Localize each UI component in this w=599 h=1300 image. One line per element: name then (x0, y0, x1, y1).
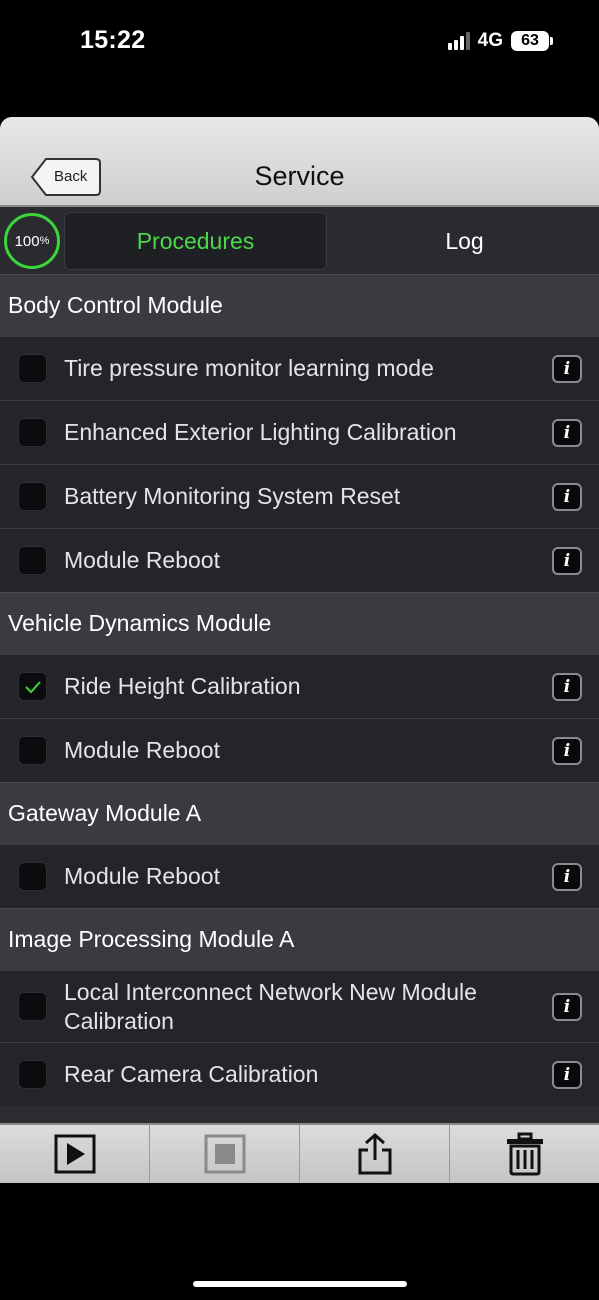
status-indicators: 4G 63 (447, 30, 553, 52)
play-button[interactable] (0, 1125, 150, 1183)
checkbox[interactable] (18, 862, 47, 891)
battery-icon: 63 (511, 31, 553, 51)
trash-icon (506, 1132, 543, 1176)
status-bar: 15:22 4G 63 (0, 0, 599, 82)
checkbox[interactable] (18, 1060, 47, 1089)
bottom-toolbar (0, 1123, 599, 1183)
procedure-label: Module Reboot (64, 863, 220, 889)
home-indicator[interactable] (193, 1281, 407, 1287)
info-button[interactable]: i (552, 992, 582, 1021)
info-button[interactable]: i (552, 672, 582, 701)
checkbox[interactable] (18, 992, 47, 1021)
checkmark-icon (25, 681, 41, 694)
info-button[interactable]: i (552, 482, 582, 511)
section-header: Image Processing Module A (0, 908, 599, 970)
share-icon (358, 1132, 391, 1175)
checkbox[interactable] (18, 546, 47, 575)
tab-procedures[interactable]: Procedures (64, 212, 327, 270)
section-header: Vehicle Dynamics Module (0, 592, 599, 654)
procedure-label: Local Interconnect Network New Module Ca… (64, 978, 477, 1034)
procedure-row[interactable]: Battery Monitoring System Reset i (0, 464, 599, 528)
navigation-bar: Back Service (0, 117, 599, 207)
stop-button[interactable] (150, 1125, 300, 1183)
checkbox[interactable] (18, 736, 47, 765)
info-icon: i (563, 996, 571, 1017)
info-button[interactable]: i (552, 736, 582, 765)
tab-bar: 100% Procedures Log (0, 207, 599, 274)
info-icon: i (563, 1064, 571, 1085)
info-icon: i (563, 740, 571, 761)
info-button[interactable]: i (552, 862, 582, 891)
info-icon: i (563, 866, 571, 887)
procedure-row[interactable]: Rear Camera Calibration i (0, 1042, 599, 1106)
procedure-row[interactable]: Module Reboot i (0, 528, 599, 592)
info-button[interactable]: i (552, 546, 582, 575)
checkbox[interactable] (18, 354, 47, 383)
procedure-row[interactable]: Tire pressure monitor learning mode i (0, 336, 599, 400)
procedure-row[interactable]: Module Reboot i (0, 718, 599, 782)
procedure-label: Ride Height Calibration (64, 673, 301, 699)
info-button[interactable]: i (552, 354, 582, 383)
share-button[interactable] (300, 1125, 450, 1183)
info-button[interactable]: i (552, 1060, 582, 1089)
progress-unit: % (39, 235, 50, 247)
info-icon: i (563, 486, 571, 507)
page-title: Service (254, 161, 345, 191)
signal-icon (447, 32, 470, 50)
procedure-list[interactable]: Body Control Module Tire pressure monitor… (0, 274, 599, 1106)
checkbox-checked[interactable] (18, 672, 47, 701)
procedure-label: Tire pressure monitor learning mode (64, 355, 434, 381)
play-icon (54, 1134, 95, 1174)
progress-value: 100 (14, 232, 40, 250)
stop-icon (204, 1134, 245, 1174)
section-header: Body Control Module (0, 274, 599, 336)
info-icon: i (563, 422, 571, 443)
tab-log[interactable]: Log (330, 212, 599, 270)
section-header: Gateway Module A (0, 782, 599, 844)
service-screen: Back Service 100% Procedures Log Body Co… (0, 117, 599, 1183)
network-type: 4G (477, 30, 503, 51)
info-icon: i (563, 358, 571, 379)
info-icon: i (563, 550, 571, 571)
procedure-row[interactable]: Ride Height Calibration i (0, 654, 599, 718)
procedure-label: Module Reboot (64, 547, 220, 573)
procedure-label: Battery Monitoring System Reset (64, 483, 401, 509)
procedure-label: Module Reboot (64, 737, 220, 763)
checkbox[interactable] (18, 482, 47, 511)
procedure-row[interactable]: Enhanced Exterior Lighting Calibration i (0, 400, 599, 464)
status-time: 15:22 (80, 26, 146, 54)
procedure-label: Rear Camera Calibration (64, 1061, 319, 1087)
info-button[interactable]: i (552, 418, 582, 447)
delete-button[interactable] (450, 1125, 599, 1183)
progress-indicator: 100% (4, 213, 60, 269)
info-icon: i (563, 676, 571, 697)
procedure-row[interactable]: Local Interconnect Network New Module Ca… (0, 970, 599, 1042)
procedure-label: Enhanced Exterior Lighting Calibration (64, 419, 457, 445)
procedure-row[interactable]: Module Reboot i (0, 844, 599, 908)
checkbox[interactable] (18, 418, 47, 447)
